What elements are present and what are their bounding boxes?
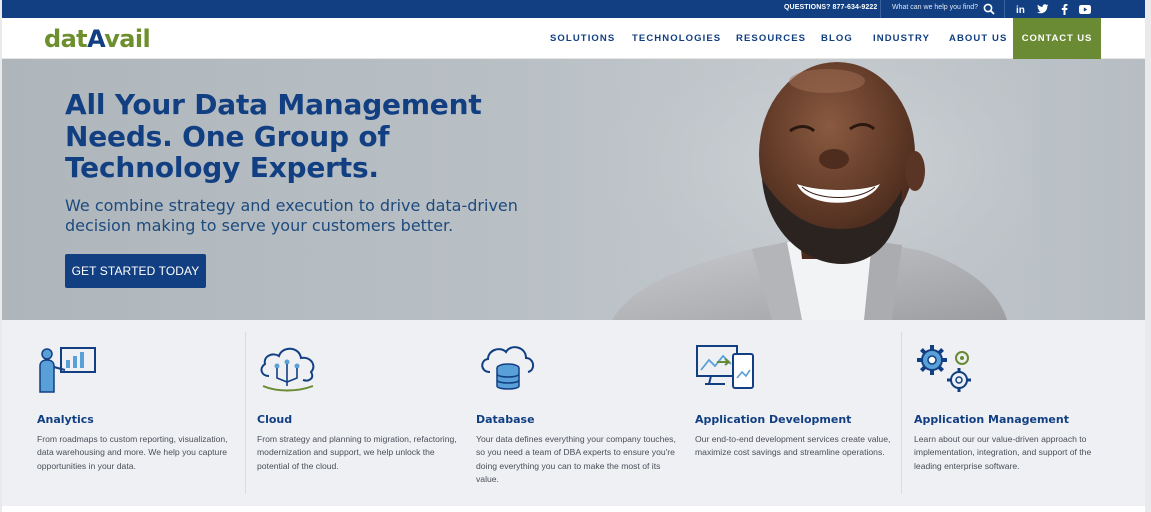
services-section: Analytics From roadmaps to custom report…	[2, 320, 1145, 506]
browser-page: QUESTIONS? 877-634-9222 What can we help…	[2, 0, 1145, 512]
service-title: Cloud	[257, 413, 293, 426]
search-icon[interactable]	[982, 2, 996, 16]
nav-solutions[interactable]: SOLUTIONS	[550, 18, 615, 59]
service-description: From roadmaps to custom reporting, visua…	[37, 434, 228, 471]
logo-text-dat: dat	[44, 25, 88, 53]
nav-resources[interactable]: RESOURCES	[736, 18, 806, 59]
hero-subtitle: We combine strategy and execution to dri…	[65, 196, 518, 235]
service-title: Application Development	[695, 413, 852, 426]
database-icon	[481, 346, 534, 390]
service-description: Learn about our our value-driven approac…	[914, 434, 1092, 471]
nav-technologies[interactable]: TECHNOLOGIES	[632, 18, 721, 59]
service-title: Database	[476, 413, 535, 426]
datavail-logo[interactable]: datAvail	[44, 25, 151, 53]
app-development-icon	[696, 345, 754, 389]
service-description: Your data defines everything your compan…	[476, 434, 676, 485]
utility-bar: QUESTIONS? 877-634-9222 What can we help…	[2, 0, 1145, 18]
divider	[1004, 0, 1005, 18]
service-title: Analytics	[37, 413, 94, 426]
youtube-icon[interactable]	[1078, 3, 1091, 15]
app-management-icon	[917, 345, 971, 392]
divider	[245, 332, 246, 494]
hero-portrait-image	[602, 59, 1032, 320]
divider	[901, 332, 902, 494]
service-title: Application Management	[914, 413, 1069, 426]
get-started-button[interactable]: GET STARTED TODAY	[65, 254, 206, 288]
hero-title: All Your Data Management Needs. One Grou…	[65, 88, 482, 184]
twitter-icon[interactable]	[1036, 3, 1049, 15]
main-header: datAvail SOLUTIONS TECHNOLOGIES RESOURCE…	[2, 18, 1145, 59]
phone-questions-link[interactable]: QUESTIONS? 877-634-9222	[784, 4, 877, 11]
service-description: From strategy and planning to migration,…	[257, 434, 457, 471]
page-footer-edge	[2, 506, 1145, 512]
cloud-icon	[260, 347, 315, 392]
search-input[interactable]: What can we help you find?	[892, 4, 978, 11]
facebook-icon[interactable]	[1058, 3, 1071, 15]
nav-industry[interactable]: INDUSTRY	[873, 18, 930, 59]
service-description: Our end-to-end development services crea…	[695, 434, 891, 458]
logo-text-avail-a: A	[87, 25, 105, 53]
logo-text-vail: vail	[104, 25, 151, 53]
nav-about-us[interactable]: ABOUT US	[949, 18, 1007, 59]
svg-text:in: in	[1016, 5, 1025, 14]
nav-blog[interactable]: BLOG	[821, 18, 853, 59]
hero-section: All Your Data Management Needs. One Grou…	[2, 59, 1145, 320]
divider	[880, 0, 881, 18]
contact-us-button[interactable]: CONTACT US	[1013, 18, 1101, 59]
analytics-icon	[39, 347, 96, 393]
linkedin-icon[interactable]: in	[1015, 3, 1028, 15]
